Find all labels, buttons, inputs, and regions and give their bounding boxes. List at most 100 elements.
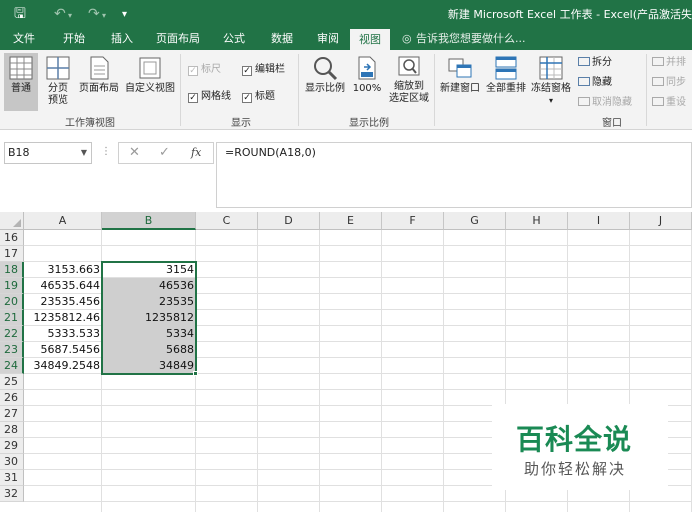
row-header-32[interactable]: 32 [0,486,24,502]
cancel-icon[interactable]: ✕ [129,145,140,160]
fill-handle[interactable] [193,371,198,376]
split-button[interactable]: 拆分 [578,56,612,70]
name-box-value: B18 [8,146,30,159]
page-break-preview-icon [46,56,70,80]
row-header-29[interactable]: 29 [0,438,24,454]
column-header-e[interactable]: E [320,212,382,230]
tab-insert[interactable]: 插入 [102,28,142,50]
column-header-h[interactable]: H [506,212,568,230]
column-header-a[interactable]: A [24,212,102,230]
unhide-button[interactable]: 取消隐藏 [578,96,632,110]
normal-view-icon [9,56,33,80]
cell-a24[interactable]: 34849.2548 [24,358,102,374]
tab-file[interactable]: 文件 [4,28,44,50]
row-header-18[interactable]: 18 [0,262,24,278]
column-header-j[interactable]: J [630,212,692,230]
row-header-25[interactable]: 25 [0,374,24,390]
column-header-d[interactable]: D [258,212,320,230]
column-header-g[interactable]: G [444,212,506,230]
tab-home[interactable]: 开始 [54,28,94,50]
formula-input[interactable]: =ROUND(A18,0) [216,142,692,208]
formula-bar-grip-icon[interactable]: ⋮ [101,146,111,157]
row-header-22[interactable]: 22 [0,326,24,342]
freeze-panes-button[interactable]: 冻结窗格 ▾ [528,53,574,111]
redo-dropdown-icon[interactable]: ▾ [102,6,106,26]
column-header-i[interactable]: I [568,212,630,230]
ruler-label: 标尺 [201,64,221,75]
magnifier-icon [314,57,338,81]
custom-views-button[interactable]: 自定义视图 [122,53,178,111]
undo-dropdown-icon[interactable]: ▾ [68,6,72,26]
name-box[interactable]: B18 ▼ [4,142,92,164]
tab-data[interactable]: 数据 [262,28,302,50]
undo-icon[interactable]: ↶ [54,4,66,24]
column-header-b[interactable]: B [102,212,196,230]
page-break-preview-button[interactable]: 分页 预览 [42,53,74,111]
group-separator [646,54,647,126]
row-header-21[interactable]: 21 [0,310,24,326]
row-header-27[interactable]: 27 [0,406,24,422]
row-header-16[interactable]: 16 [0,230,24,246]
tab-formulas[interactable]: 公式 [214,28,254,50]
custom-views-icon [139,57,161,79]
gridlines-checkbox[interactable]: ✓ 网格线 [188,90,231,104]
arrange-all-button[interactable]: 全部重排 [484,53,528,111]
arrange-all-icon [495,56,517,80]
new-window-label: 新建窗口 [440,83,480,94]
hide-button[interactable]: 隐藏 [578,76,612,90]
row-header-17[interactable]: 17 [0,246,24,262]
tell-me-box[interactable]: ◎ 告诉我您想要做什么... [402,28,526,50]
ruler-checkbox[interactable]: ✓ 标尺 [188,63,221,77]
zoom-100-button[interactable]: 100% [350,53,384,111]
zoom-to-selection-button[interactable]: 缩放到 选定区域 [386,53,432,111]
tab-page-layout[interactable]: 页面布局 [150,28,206,50]
customize-toolbar-icon[interactable]: ▾ [122,5,127,25]
row-header-28[interactable]: 28 [0,422,24,438]
reset-window-position-button[interactable]: 重设 [652,96,686,110]
select-all-button[interactable] [0,212,24,230]
row-header-31[interactable]: 31 [0,470,24,486]
row-header-26[interactable]: 26 [0,390,24,406]
formula-bar-label: 编辑栏 [255,64,285,75]
cell-a22[interactable]: 5333.533 [24,326,102,342]
name-box-dropdown-icon[interactable]: ▼ [81,143,87,163]
headings-check-icon: ✓ [242,93,252,103]
normal-view-button[interactable]: 普通 [4,53,38,111]
formula-bar-buttons: ✕ ✓ fx [118,142,214,164]
cell-a20[interactable]: 23535.456 [24,294,102,310]
enter-icon[interactable]: ✓ [159,145,170,160]
row-header-20[interactable]: 20 [0,294,24,310]
cell-a21[interactable]: 1235812.46 [24,310,102,326]
unhide-icon [578,97,590,106]
row-header-30[interactable]: 30 [0,454,24,470]
zoom-group-label: 显示比例 [349,118,389,129]
zoom-button[interactable]: 显示比例 [302,53,348,111]
split-label: 拆分 [592,57,612,68]
view-side-by-side-button[interactable]: 并排 [652,56,686,70]
page-layout-view-button[interactable]: 页面布局 [76,53,122,111]
custom-views-label: 自定义视图 [125,83,175,94]
cell-a19[interactable]: 46535.644 [24,278,102,294]
insert-function-icon[interactable]: fx [191,146,201,159]
column-header-c[interactable]: C [196,212,258,230]
new-window-button[interactable]: 新建窗口 [436,53,484,111]
redo-icon[interactable]: ↷ [88,4,100,24]
row-header-19[interactable]: 19 [0,278,24,294]
lightbulb-icon: ◎ [402,32,412,45]
cell-a23[interactable]: 5687.5456 [24,342,102,358]
headings-checkbox[interactable]: ✓ 标题 [242,90,275,104]
tab-view[interactable]: 视图 [350,29,390,50]
cell-a18[interactable]: 3153.663 [24,262,102,278]
formula-bar-checkbox[interactable]: ✓ 编辑栏 [242,63,285,77]
tab-review[interactable]: 审阅 [308,28,348,50]
sync-scroll-button[interactable]: 同步 [652,76,686,90]
watermark: 百科全说 助你轻松解决 [492,404,668,490]
reset-position-label: 重设 [666,97,686,108]
row-header-23[interactable]: 23 [0,342,24,358]
column-header-f[interactable]: F [382,212,444,230]
row-header-24[interactable]: 24 [0,358,24,374]
show-group-label: 显示 [231,118,251,129]
freeze-panes-icon [539,56,563,80]
group-separator [298,54,299,126]
save-icon[interactable]: 🖫 [14,4,26,24]
